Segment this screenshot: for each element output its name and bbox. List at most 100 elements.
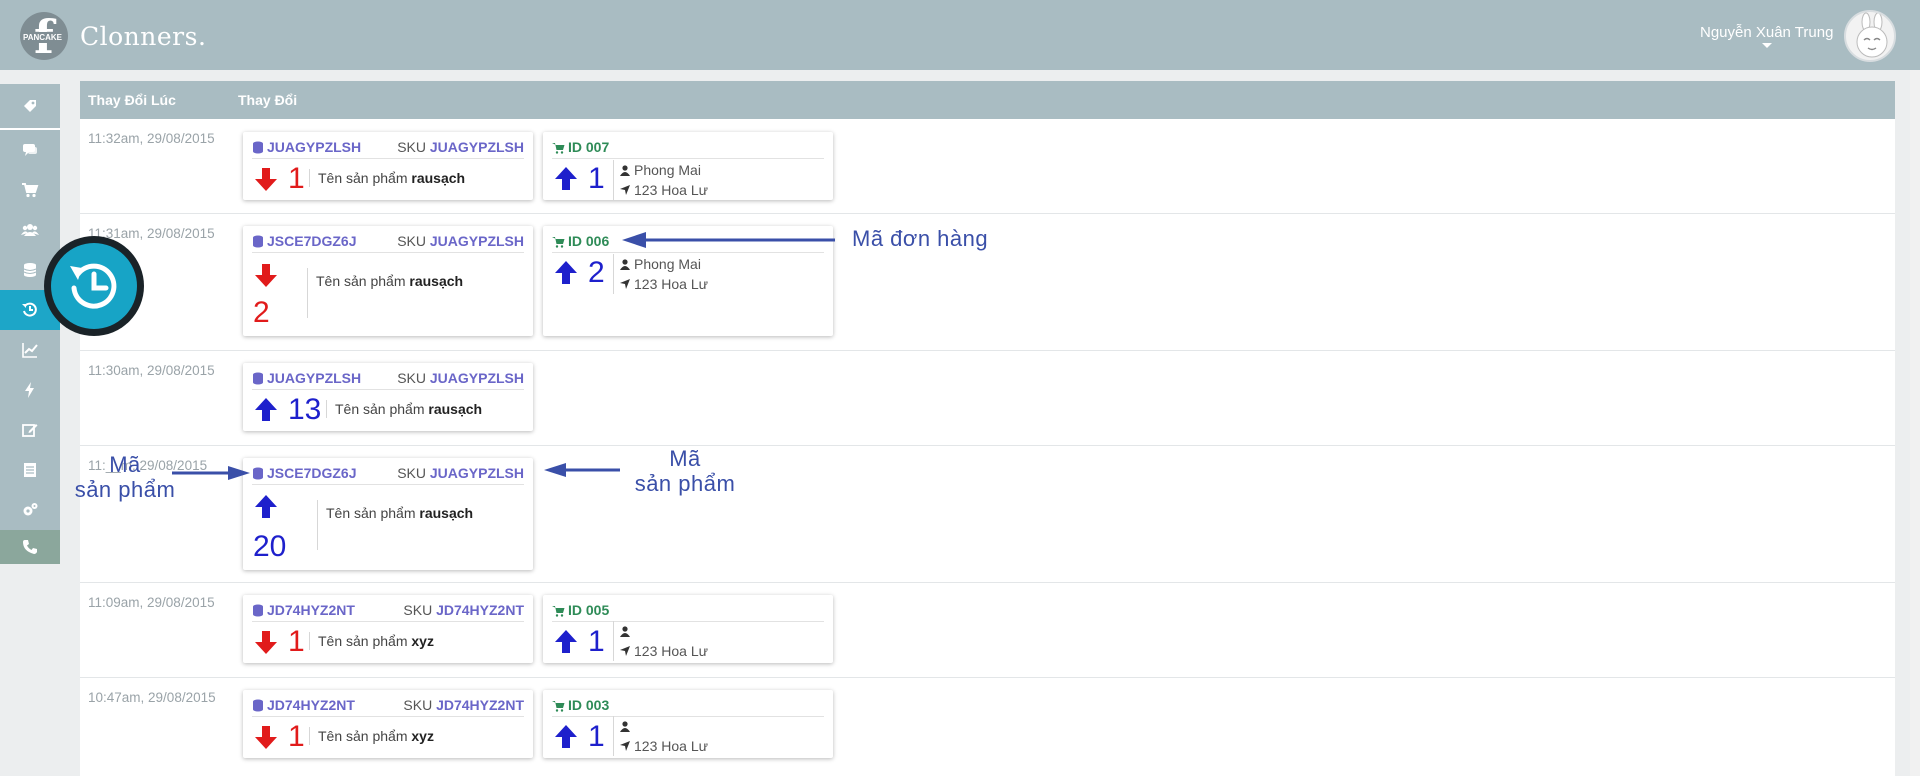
product-change-card[interactable]: JSCE7DGZ6J SKU JUAGYPZLSH 20 Tên sản phẩ… [243, 458, 533, 570]
order-meta: Phong Mai 123 Hoa Lư [613, 160, 708, 200]
arrow-down-icon [255, 726, 277, 749]
cart-icon [552, 143, 565, 154]
quantity: 1 [588, 720, 605, 753]
order-id[interactable]: ID 003 [568, 697, 609, 713]
product-change-card[interactable]: JUAGYPZLSH SKU JUAGYPZLSH 13 Tên sản phẩ… [243, 363, 533, 431]
arrow-down-icon [255, 264, 277, 287]
order-card[interactable]: ID 003 1 123 Hoa Lư [543, 690, 833, 758]
product-change-card[interactable]: JSCE7DGZ6J SKU JUAGYPZLSH 2 Tên sản phẩm… [243, 226, 533, 336]
arrow-up-icon [555, 261, 577, 284]
database-icon [253, 372, 263, 385]
order-meta: Phong Mai 123 Hoa Lư [613, 254, 708, 294]
database-icon [253, 699, 263, 712]
product-code[interactable]: JSCE7DGZ6J [267, 233, 356, 249]
vertical-scrollbar[interactable] [1910, 70, 1920, 776]
cart-icon [552, 701, 565, 712]
sidebar-item-list[interactable] [0, 450, 60, 490]
sidebar-item-tags[interactable] [0, 86, 60, 126]
customer-address: 123 Hoa Lư [634, 276, 708, 292]
product-name: Tên sản phẩm xyz [309, 727, 434, 745]
annotation-product-code-right: Mã sản phẩm [634, 446, 736, 496]
sidebar-item-reports[interactable] [0, 330, 60, 370]
quantity: 1 [588, 625, 605, 658]
user-icon [620, 720, 630, 732]
table-row: 10:47am, 29/08/2015 JD74HYZ2NT SKU JD74H… [80, 678, 1895, 776]
product-code[interactable]: JUAGYPZLSH [267, 370, 361, 386]
customer-name: Phong Mai [634, 256, 701, 272]
product-code[interactable]: JUAGYPZLSH [267, 139, 361, 155]
change-time: 11:30am, 29/08/2015 [88, 363, 215, 378]
order-card[interactable]: ID 005 1 123 Hoa Lư [543, 595, 833, 663]
user-menu-caret-icon[interactable] [1762, 43, 1772, 48]
order-id[interactable]: ID 007 [568, 139, 609, 155]
product-header: JSCE7DGZ6J SKU JUAGYPZLSH [252, 233, 524, 253]
history-icon [22, 302, 37, 317]
history-icon [70, 263, 117, 309]
sidebar-item-automation[interactable] [0, 370, 60, 410]
product-name: Tên sản phẩm rausạch [309, 169, 465, 187]
bolt-icon [25, 382, 34, 398]
database-icon [253, 235, 263, 248]
product-code[interactable]: JD74HYZ2NT [267, 697, 355, 713]
user-avatar[interactable] [1844, 10, 1896, 62]
sku-value[interactable]: JD74HYZ2NT [436, 602, 524, 618]
sku-value[interactable]: JUAGYPZLSH [430, 139, 524, 155]
product-change-card[interactable]: JUAGYPZLSH SKU JUAGYPZLSH 1 Tên sản phẩm… [243, 132, 533, 200]
brand-name: Clonners. [80, 22, 207, 51]
quantity: 13 [288, 393, 322, 426]
sidebar-item-settings[interactable] [0, 490, 60, 530]
product-header: JD74HYZ2NT SKU JD74HYZ2NT [252, 602, 524, 622]
pancake-logo[interactable]: f PANCAKE [20, 12, 68, 60]
order-card[interactable]: ID 007 1 Phong Mai 123 Hoa Lư [543, 132, 833, 200]
customer-address: 123 Hoa Lư [634, 643, 708, 659]
arrow-up-icon [255, 495, 277, 518]
product-header: JUAGYPZLSH SKU JUAGYPZLSH [252, 370, 524, 390]
product-code[interactable]: JSCE7DGZ6J [267, 465, 356, 481]
sku-label: SKU JD74HYZ2NT [403, 602, 524, 618]
sidebar-item-orders[interactable] [0, 170, 60, 210]
user-name[interactable]: Nguyễn Xuân Trung [1700, 24, 1833, 41]
order-meta: 123 Hoa Lư [613, 621, 708, 661]
order-meta: 123 Hoa Lư [613, 716, 708, 756]
order-header: ID 005 [552, 602, 824, 622]
order-id[interactable]: ID 006 [568, 233, 609, 249]
customer-name: Phong Mai [634, 162, 701, 178]
database-icon [253, 604, 263, 617]
product-name: Tên sản phẩm rausạch [317, 500, 473, 550]
tag-icon [24, 100, 36, 112]
chart-icon [22, 343, 38, 358]
sidebar-item-phone[interactable] [0, 530, 60, 564]
change-time: 10:47am, 29/08/2015 [88, 690, 216, 705]
order-card[interactable]: ID 006 2 Phong Mai 123 Hoa Lư [543, 226, 833, 336]
history-table: Thay Đổi Lúc Thay Đổi 11:32am, 29/08/201… [80, 81, 1895, 776]
table-row: 11:30am, 29/08/2015 JUAGYPZLSH SKU JUAGY… [80, 351, 1895, 446]
quantity: 2 [253, 296, 270, 329]
product-header: JUAGYPZLSH SKU JUAGYPZLSH [252, 139, 524, 159]
location-arrow-icon [620, 185, 630, 195]
sku-value[interactable]: JD74HYZ2NT [436, 697, 524, 713]
sidebar-item-customers[interactable] [0, 210, 60, 250]
product-change-card[interactable]: JD74HYZ2NT SKU JD74HYZ2NT 1 Tên sản phẩm… [243, 690, 533, 758]
top-bar: f PANCAKE Clonners. Nguyễn Xuân Trung [0, 0, 1920, 70]
sidebar-item-messages[interactable] [0, 130, 60, 170]
list-icon [24, 463, 36, 477]
annotation-order-code: Mã đơn hàng [852, 226, 989, 251]
quantity: 2 [588, 256, 605, 289]
database-icon [23, 263, 37, 277]
location-arrow-icon [620, 741, 630, 751]
edit-icon [22, 424, 38, 437]
sidebar-item-edit[interactable] [0, 410, 60, 450]
arrow-up-icon [555, 725, 577, 748]
chat-icon [23, 144, 37, 156]
user-icon [620, 164, 630, 176]
customer-address: 123 Hoa Lư [634, 738, 708, 754]
order-id[interactable]: ID 005 [568, 602, 609, 618]
sku-value[interactable]: JUAGYPZLSH [430, 233, 524, 249]
arrow-down-icon [255, 168, 277, 191]
order-header: ID 006 [552, 233, 824, 253]
product-change-card[interactable]: JD74HYZ2NT SKU JD74HYZ2NT 1 Tên sản phẩm… [243, 595, 533, 663]
history-highlight-icon [44, 236, 144, 336]
sku-value[interactable]: JUAGYPZLSH [430, 370, 524, 386]
product-code[interactable]: JD74HYZ2NT [267, 602, 355, 618]
sku-value[interactable]: JUAGYPZLSH [430, 465, 524, 481]
